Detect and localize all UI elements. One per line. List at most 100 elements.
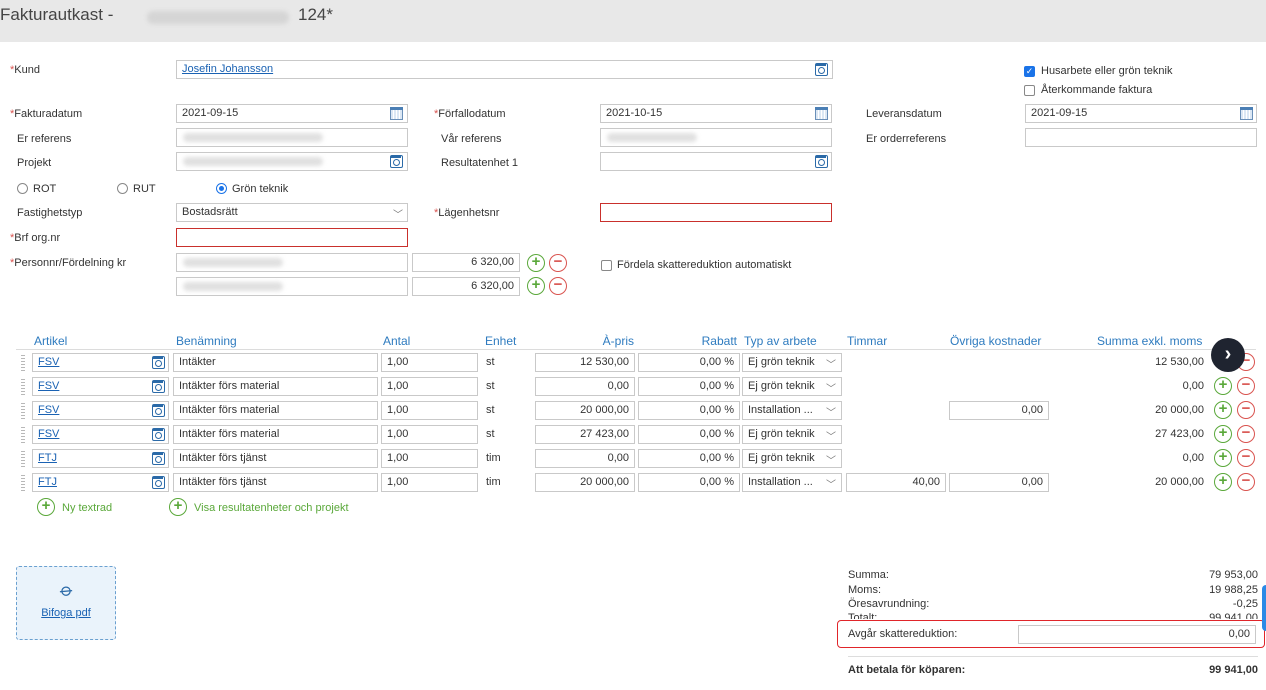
remove-row-minus-icon[interactable]: − [1237, 425, 1255, 443]
chevron-down-icon[interactable]: ﹀ [826, 380, 836, 395]
chevron-down-icon[interactable]: ﹀ [826, 476, 836, 491]
chevron-down-icon[interactable]: ﹀ [826, 356, 836, 371]
remove-row-minus-icon[interactable]: − [1237, 449, 1255, 467]
attach-pdf-link[interactable]: Bifoga pdf [17, 607, 115, 619]
apris-field[interactable]: 12 530,00 [535, 353, 635, 372]
artikel-link[interactable]: FTJ [38, 476, 57, 488]
rabatt-field[interactable]: 0,00 % [638, 473, 740, 492]
fordela-checkbox[interactable] [601, 260, 612, 271]
ovriga-kostnader-field[interactable]: 0,00 [949, 473, 1049, 492]
fakturadatum-calendar-icon[interactable] [390, 107, 403, 120]
drag-handle-icon[interactable] [21, 403, 25, 419]
forfallodatum-field[interactable]: 2021-10-15 [600, 104, 832, 123]
benamning-field[interactable]: Intäkter förs tjänst [173, 449, 378, 468]
antal-field[interactable]: 1,00 [381, 353, 478, 372]
drag-handle-icon[interactable] [21, 355, 25, 371]
remove-row-minus-icon[interactable]: − [1237, 377, 1255, 395]
artikel-field[interactable]: FSV [32, 425, 169, 444]
artikel-lookup-icon[interactable] [152, 452, 165, 465]
benamning-field[interactable]: Intäkter förs material [173, 401, 378, 420]
fordelning-amount-2[interactable]: 6 320,00 [412, 277, 520, 296]
artikel-field[interactable]: FSV [32, 353, 169, 372]
artikel-lookup-icon[interactable] [152, 404, 165, 417]
apris-field[interactable]: 20 000,00 [535, 473, 635, 492]
kund-field[interactable]: Josefin Johansson [176, 60, 833, 79]
lagenhetsnr-field[interactable] [600, 203, 832, 222]
kund-link[interactable]: Josefin Johansson [182, 63, 273, 75]
resultatenhet-field[interactable] [600, 152, 832, 171]
artikel-lookup-icon[interactable] [152, 476, 165, 489]
kund-lookup-icon[interactable] [815, 63, 828, 76]
apris-field[interactable]: 0,00 [535, 377, 635, 396]
antal-field[interactable]: 1,00 [381, 473, 478, 492]
resultatenhet-lookup-icon[interactable] [815, 155, 828, 168]
artikel-link[interactable]: FSV [38, 428, 59, 440]
aterkommande-checkbox[interactable] [1024, 85, 1035, 96]
benamning-field[interactable]: Intäkter förs material [173, 377, 378, 396]
fordelning-amount-1[interactable]: 6 320,00 [412, 253, 520, 272]
side-panel-tab[interactable] [1262, 585, 1266, 631]
artikel-field[interactable]: FTJ [32, 449, 169, 468]
artikel-link[interactable]: FTJ [38, 452, 57, 464]
remove-row-minus-icon[interactable]: − [1237, 473, 1255, 491]
artikel-field[interactable]: FTJ [32, 473, 169, 492]
apris-field[interactable]: 0,00 [535, 449, 635, 468]
artikel-field[interactable]: FSV [32, 401, 169, 420]
rabatt-field[interactable]: 0,00 % [638, 353, 740, 372]
chevron-down-icon[interactable]: ﹀ [826, 428, 836, 443]
drag-handle-icon[interactable] [21, 379, 25, 395]
artikel-field[interactable]: FSV [32, 377, 169, 396]
add-row-plus-icon[interactable]: + [1214, 473, 1232, 491]
artikel-lookup-icon[interactable] [152, 356, 165, 369]
er-referens-field[interactable] [176, 128, 408, 147]
leveransdatum-calendar-icon[interactable] [1240, 107, 1253, 120]
radio-gron-teknik[interactable] [216, 183, 227, 194]
benamning-field[interactable]: Intäkter förs material [173, 425, 378, 444]
add-row-plus-icon[interactable]: + [1214, 425, 1232, 443]
forfallodatum-calendar-icon[interactable] [815, 107, 828, 120]
antal-field[interactable]: 1,00 [381, 425, 478, 444]
projekt-lookup-icon[interactable] [390, 155, 403, 168]
add-person-plus-icon[interactable]: + [527, 254, 545, 272]
rabatt-field[interactable]: 0,00 % [638, 449, 740, 468]
artikel-link[interactable]: FSV [38, 356, 59, 368]
rabatt-field[interactable]: 0,00 % [638, 377, 740, 396]
add-person-plus-icon[interactable]: + [527, 277, 545, 295]
remove-row-minus-icon[interactable]: − [1237, 401, 1255, 419]
chevron-down-icon[interactable]: ﹀ [826, 404, 836, 419]
apris-field[interactable]: 27 423,00 [535, 425, 635, 444]
artikel-link[interactable]: FSV [38, 404, 59, 416]
remove-person-minus-icon[interactable]: − [549, 277, 567, 295]
timmar-field[interactable]: 40,00 [846, 473, 946, 492]
artikel-link[interactable]: FSV [38, 380, 59, 392]
ovriga-kostnader-field[interactable]: 0,00 [949, 401, 1049, 420]
ny-textrad-plus-icon[interactable]: + [37, 498, 55, 516]
antal-field[interactable]: 1,00 [381, 377, 478, 396]
projekt-field[interactable] [176, 152, 408, 171]
radio-rut[interactable] [117, 183, 128, 194]
fastighetstyp-chevron-down-icon[interactable]: ﹀ [393, 206, 403, 221]
rabatt-field[interactable]: 0,00 % [638, 425, 740, 444]
remove-person-minus-icon[interactable]: − [549, 254, 567, 272]
radio-rot[interactable] [17, 183, 28, 194]
add-row-plus-icon[interactable]: + [1214, 401, 1232, 419]
husarbete-checkbox[interactable]: ✓ [1024, 66, 1035, 77]
ny-textrad-link[interactable]: Ny textrad [62, 502, 112, 514]
artikel-lookup-icon[interactable] [152, 380, 165, 393]
var-referens-field[interactable] [600, 128, 832, 147]
personnr-field-2[interactable] [176, 277, 408, 296]
brf-orgnr-field[interactable] [176, 228, 408, 247]
add-row-plus-icon[interactable]: + [1214, 377, 1232, 395]
rabatt-field[interactable]: 0,00 % [638, 401, 740, 420]
add-row-plus-icon[interactable]: + [1214, 449, 1232, 467]
benamning-field[interactable]: Intäkter [173, 353, 378, 372]
avgar-skattereduktion-field[interactable]: 0,00 [1018, 625, 1256, 644]
drag-handle-icon[interactable] [21, 475, 25, 491]
drag-handle-icon[interactable] [21, 451, 25, 467]
leveransdatum-field[interactable]: 2021-09-15 [1025, 104, 1257, 123]
apris-field[interactable]: 20 000,00 [535, 401, 635, 420]
personnr-field-1[interactable] [176, 253, 408, 272]
er-orderreferens-field[interactable] [1025, 128, 1257, 147]
attach-pdf-dropzone[interactable]: ⌀ Bifoga pdf [16, 566, 116, 640]
antal-field[interactable]: 1,00 [381, 401, 478, 420]
